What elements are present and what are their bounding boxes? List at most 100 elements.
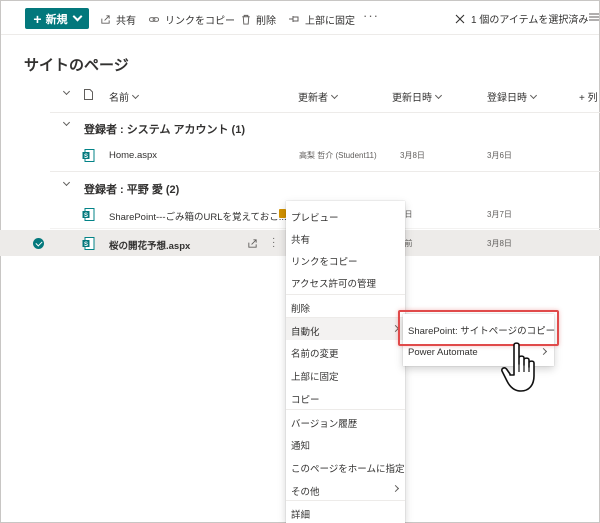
menu-item-automate[interactable]: 自動化 (286, 318, 405, 340)
menu-item-label: 通知 (291, 441, 311, 452)
more-commands-button[interactable]: ··· (363, 8, 379, 23)
column-created[interactable]: 登録日時 (487, 89, 538, 104)
new-button-label: 新規 (45, 13, 68, 26)
menu-item-label: プレビュー (291, 213, 339, 224)
svg-text:S: S (84, 242, 88, 248)
copy-link-label: リンクをコピー (165, 15, 235, 27)
menu-item-more[interactable]: その他 (286, 478, 405, 500)
file-name[interactable]: 桜の開花予想.aspx (109, 238, 190, 252)
menu-item-label: アクセス許可の管理 (291, 279, 377, 290)
selection-count: 1 個のアイテムを選択済み (471, 15, 589, 26)
list-header: 名前 更新者 更新日時 登録日時 + 列 (0, 87, 600, 107)
header-divider (50, 112, 600, 113)
menu-item-label: このページをホームに指定 (291, 464, 405, 475)
menu-item-rename[interactable]: 名前の変更 (286, 340, 405, 362)
pin-icon (289, 16, 299, 22)
menu-item-preview[interactable]: プレビュー (286, 204, 405, 226)
file-name[interactable]: Home.aspx (109, 150, 157, 161)
column-modified-by-label: 更新者 (298, 93, 328, 104)
select-all-chevron[interactable] (62, 87, 71, 96)
menu-item-label: 名前の変更 (291, 349, 339, 360)
svg-text:S: S (84, 213, 88, 219)
checked-out-icon (279, 209, 286, 218)
file-type-column[interactable] (84, 89, 93, 100)
column-name[interactable]: 名前 (109, 89, 140, 104)
menu-item-alert[interactable]: 通知 (286, 432, 405, 454)
menu-item-label: 上部に固定 (291, 372, 339, 383)
share-label: 共有 (116, 15, 136, 27)
created-date: 3月7日 (487, 210, 512, 219)
page-title: サイトのページ (24, 57, 129, 74)
chevron-down-icon (131, 91, 140, 99)
menu-item-share[interactable]: 共有 (286, 226, 405, 248)
chevron-right-icon (391, 484, 400, 493)
site-page-icon: S (82, 237, 95, 250)
menu-item-manage-access[interactable]: アクセス許可の管理 (286, 270, 405, 292)
menu-item-label: 削除 (291, 304, 311, 315)
created-date: 3月8日 (487, 239, 512, 248)
add-column-button[interactable]: + 列 (579, 89, 598, 104)
document-icon (84, 89, 93, 100)
svg-text:S: S (84, 154, 88, 160)
pin-label: 上部に固定 (305, 15, 355, 27)
delete-label: 削除 (256, 15, 276, 27)
share-icon (101, 14, 110, 24)
chevron-down-icon (434, 91, 443, 99)
hand-cursor-icon (501, 342, 535, 392)
context-menu: プレビュー 共有 リンクをコピー アクセス許可の管理 削除 自動化 名前の変更 … (286, 201, 405, 523)
delete-command[interactable]: 削除 (241, 11, 276, 27)
menu-item-version-history[interactable]: バージョン履歴 (286, 410, 405, 432)
copy-link-command[interactable]: リンクをコピー (148, 11, 235, 27)
pin-command[interactable]: 上部に固定 (288, 11, 355, 27)
trash-icon (242, 14, 250, 25)
group-divider (50, 171, 600, 172)
chevron-down-icon[interactable] (62, 178, 71, 187)
column-created-label: 登録日時 (487, 93, 527, 104)
view-options-icon[interactable] (589, 12, 599, 22)
menu-item-copy-link[interactable]: リンクをコピー (286, 248, 405, 270)
chevron-down-icon (330, 91, 339, 99)
chevron-down-icon (529, 91, 538, 99)
menu-item-details[interactable]: 詳細 (286, 501, 405, 523)
chevron-down-icon (72, 11, 83, 22)
add-column-label: + 列 (579, 93, 598, 104)
menu-item-label: バージョン履歴 (291, 419, 358, 430)
command-bar: + 新規 共有 リンクをコピー 削除 上部に固定 ··· 1 個のアイテムを選択… (1, 1, 599, 35)
menu-item-copy[interactable]: コピー (286, 386, 405, 408)
menu-item-label: コピー (291, 395, 320, 406)
group-label: 登録者 : 平野 愛 (2) (84, 184, 180, 196)
menu-item-delete[interactable]: 削除 (286, 295, 405, 317)
checkmark-icon[interactable] (33, 238, 44, 249)
chevron-down-icon (62, 87, 71, 96)
chevron-down-icon[interactable] (62, 118, 71, 127)
column-name-label: 名前 (109, 93, 129, 104)
submenu-item-label: Power Automate (408, 347, 478, 358)
menu-item-label: 詳細 (291, 510, 311, 521)
selection-info[interactable]: 1 個のアイテムを選択済み (455, 11, 588, 26)
menu-item-label: 自動化 (291, 327, 320, 338)
menu-item-make-homepage[interactable]: このページをホームに指定 (286, 455, 405, 477)
group-header[interactable]: 登録者 : システム アカウント (1) (0, 118, 600, 138)
created-date: 3月6日 (487, 151, 512, 160)
column-modified[interactable]: 更新日時 (392, 89, 443, 104)
plus-icon: + (33, 10, 42, 27)
modified-by: 高梨 哲介 (Student11) (299, 151, 377, 160)
menu-item-label: リンクをコピー (291, 257, 358, 268)
group-label: 登録者 : システム アカウント (1) (84, 124, 246, 136)
close-icon[interactable] (455, 14, 465, 24)
link-icon (148, 16, 160, 22)
table-row[interactable]: S Home.aspx 高梨 哲介 (Student11) 3月8日 3月6日 (0, 142, 600, 168)
site-page-icon: S (82, 208, 95, 221)
menu-item-label: 共有 (291, 235, 311, 246)
share-icon[interactable] (247, 238, 258, 249)
site-page-icon: S (82, 149, 95, 162)
menu-item-label: その他 (291, 487, 320, 498)
share-command[interactable]: 共有 (100, 11, 136, 27)
more-actions-icon[interactable]: · · · (272, 234, 276, 252)
new-button[interactable]: + 新規 (25, 8, 89, 29)
column-modified-by[interactable]: 更新者 (298, 89, 339, 104)
menu-item-pin-to-top[interactable]: 上部に固定 (286, 363, 405, 385)
file-name[interactable]: SharePoint---ごみ箱のURLを覚えておこ... (109, 209, 287, 223)
modified-date: 3月8日 (400, 151, 425, 160)
group-header[interactable]: 登録者 : 平野 愛 (2) (0, 178, 600, 198)
